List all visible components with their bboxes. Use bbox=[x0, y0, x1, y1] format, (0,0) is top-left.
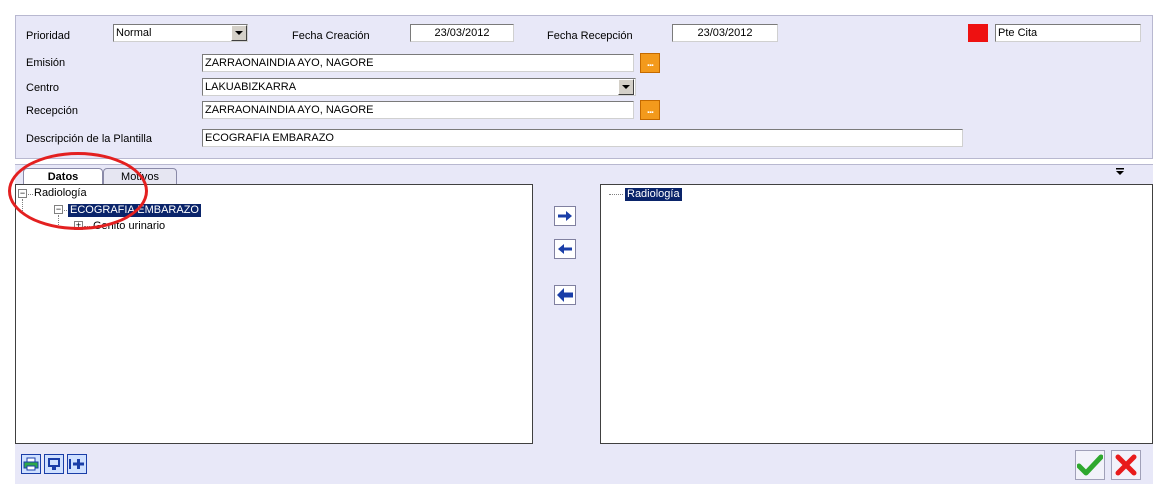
fecha-recepcion-field[interactable]: 23/03/2012 bbox=[672, 24, 778, 42]
monitor-icon[interactable] bbox=[44, 454, 64, 474]
close-icon[interactable] bbox=[1111, 450, 1141, 480]
prioridad-label: Prioridad bbox=[26, 30, 71, 42]
prioridad-dropdown-icon[interactable] bbox=[231, 25, 247, 41]
prioridad-value: Normal bbox=[116, 27, 152, 39]
descripcion-label: Descripción de la Plantilla bbox=[26, 133, 152, 145]
collapse-icon[interactable]: − bbox=[18, 189, 27, 198]
centro-label: Centro bbox=[26, 82, 60, 94]
fecha-creacion-field[interactable]: 23/03/2012 bbox=[410, 24, 514, 42]
collapse-icon[interactable]: − bbox=[54, 205, 63, 214]
bottom-toolbar bbox=[15, 444, 1153, 484]
tree-node-genito-urinario[interactable]: Genito urinario bbox=[93, 220, 165, 233]
emision-field[interactable]: ZARRAONAINDIA AYO, NAGORE bbox=[202, 54, 634, 72]
fecha-creacion-value: 23/03/2012 bbox=[434, 27, 490, 39]
move-right-icon[interactable] bbox=[554, 206, 576, 226]
status-color-indicator bbox=[968, 24, 988, 42]
header-panel: Prioridad Normal Fecha Creación 23/03/20… bbox=[15, 15, 1153, 159]
fecha-recepcion-value: 23/03/2012 bbox=[697, 27, 753, 39]
emision-lookup-button[interactable]: ... bbox=[640, 53, 660, 73]
transfer-buttons-bar bbox=[533, 184, 600, 444]
centro-select[interactable]: LAKUABIZKARRA bbox=[202, 78, 636, 96]
recepcion-lookup-button[interactable]: ... bbox=[640, 100, 660, 120]
emision-value: ZARRAONAINDIA AYO, NAGORE bbox=[205, 57, 374, 69]
status-field: Pte Cita bbox=[995, 24, 1141, 42]
centro-dropdown-icon[interactable] bbox=[618, 79, 634, 95]
tree-connector bbox=[22, 199, 23, 211]
recepcion-value: ZARRAONAINDIA AYO, NAGORE bbox=[205, 104, 374, 116]
prioridad-select[interactable]: Normal bbox=[113, 24, 248, 42]
tab-datos-label: Datos bbox=[47, 171, 79, 183]
emision-label: Emisión bbox=[26, 57, 66, 69]
tree-node-radiologia-selected[interactable]: Radiología bbox=[625, 188, 682, 201]
tree-node-radiologia[interactable]: Radiología bbox=[34, 187, 87, 200]
left-tree-pane[interactable]: − Radiología − ECOGRAFIA EMBARAZO + Geni… bbox=[15, 184, 533, 444]
descripcion-value: ECOGRAFIA EMBARAZO bbox=[205, 132, 334, 144]
move-all-left-icon[interactable] bbox=[554, 285, 576, 305]
tree-connector bbox=[609, 194, 623, 195]
tree-connector bbox=[84, 226, 90, 227]
right-tree-pane[interactable]: Radiología bbox=[600, 184, 1153, 444]
fecha-recepcion-label: Fecha Recepción bbox=[547, 30, 633, 42]
recepcion-field[interactable]: ZARRAONAINDIA AYO, NAGORE bbox=[202, 101, 634, 119]
overflow-menu-icon[interactable] bbox=[1115, 165, 1125, 180]
centro-value: LAKUABIZKARRA bbox=[205, 81, 297, 93]
fecha-creacion-label: Fecha Creación bbox=[292, 30, 370, 42]
tree-connector bbox=[28, 194, 33, 195]
expand-icon[interactable]: + bbox=[74, 221, 83, 230]
move-left-icon[interactable] bbox=[554, 239, 576, 259]
recepcion-label: Recepción bbox=[26, 105, 78, 117]
status-value: Pte Cita bbox=[998, 27, 1038, 39]
tree-node-ecografia-embarazo[interactable]: ECOGRAFIA EMBARAZO bbox=[68, 204, 201, 217]
print-icon[interactable] bbox=[21, 454, 41, 474]
tree-connector bbox=[58, 215, 59, 227]
tab-strip: Datos Motivos bbox=[15, 164, 1153, 186]
add-cross-icon[interactable] bbox=[67, 454, 87, 474]
checkmark-icon[interactable] bbox=[1075, 450, 1105, 480]
descripcion-field[interactable]: ECOGRAFIA EMBARAZO bbox=[202, 129, 963, 147]
tab-motivos-label: Motivos bbox=[121, 171, 159, 183]
